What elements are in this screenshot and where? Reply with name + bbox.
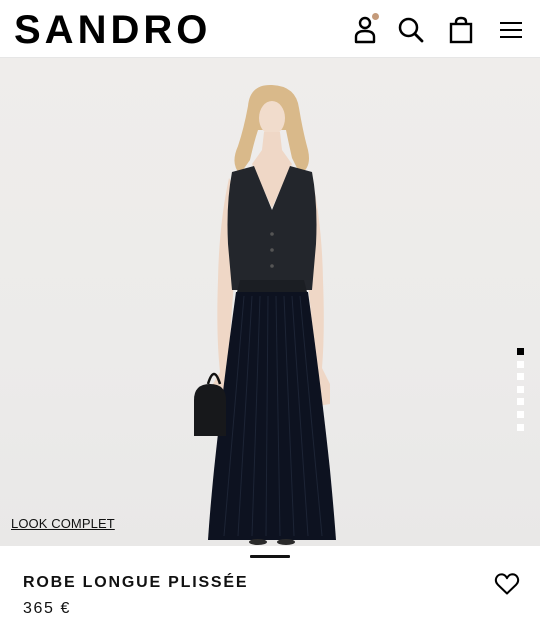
- gallery-dot[interactable]: [517, 423, 524, 431]
- gallery-dot[interactable]: [517, 360, 524, 368]
- notification-dot: [372, 13, 379, 20]
- product-name: ROBE LONGUE PLISSÉE: [23, 574, 249, 591]
- gallery-pagination: [517, 348, 525, 436]
- gallery-dot[interactable]: [517, 373, 524, 381]
- account-icon[interactable]: [350, 13, 380, 46]
- gallery-dot[interactable]: [517, 385, 524, 393]
- look-complet-link[interactable]: LOOK COMPLET: [11, 516, 115, 531]
- product-image-gallery[interactable]: LOOK COMPLET: [0, 58, 540, 546]
- brand-logo[interactable]: SANDRO: [14, 8, 211, 52]
- gallery-dot[interactable]: [517, 348, 524, 355]
- menu-icon[interactable]: [496, 14, 526, 46]
- product-info: ROBE LONGUE PLISSÉE 365 €: [0, 546, 540, 619]
- product-price: 365 €: [23, 600, 72, 617]
- shopping-bag-icon[interactable]: [446, 14, 476, 46]
- gallery-dot[interactable]: [517, 398, 524, 406]
- carousel-progress-bar: [250, 555, 290, 558]
- site-header: SANDRO: [0, 0, 540, 58]
- product-photo: [194, 84, 336, 545]
- gallery-dot[interactable]: [517, 410, 524, 418]
- search-icon[interactable]: [396, 14, 426, 46]
- heart-icon[interactable]: [494, 572, 520, 596]
